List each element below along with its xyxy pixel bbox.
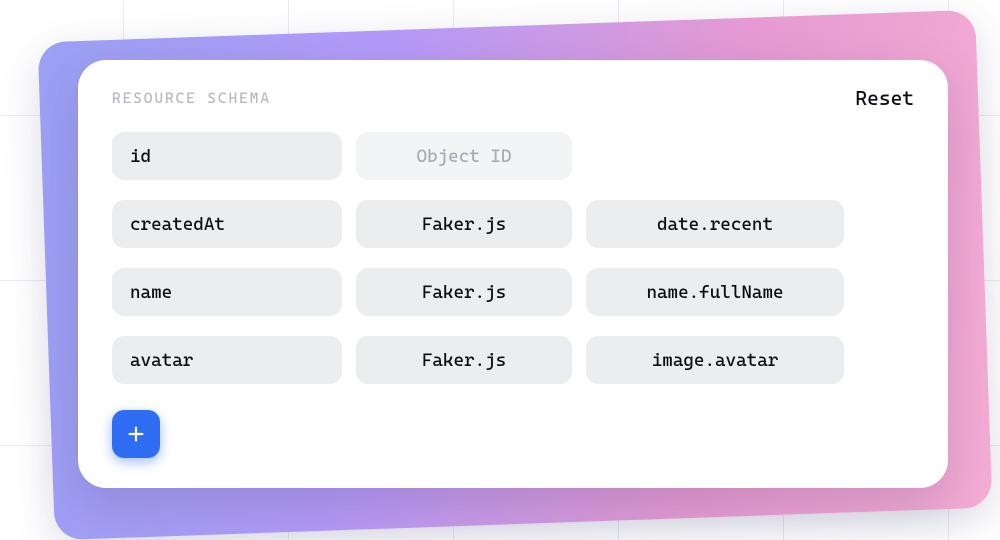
schema-row: id Object ID [112, 132, 914, 180]
add-field-button[interactable] [112, 410, 160, 458]
field-option-select[interactable]: date.recent [586, 200, 844, 248]
canvas: RESOURCE SCHEMA Reset id Object ID creat… [0, 0, 1000, 540]
resource-schema-card: RESOURCE SCHEMA Reset id Object ID creat… [78, 60, 948, 488]
schema-row: name Faker.js name.fullName [112, 268, 914, 316]
field-type-select[interactable]: Faker.js [356, 336, 572, 384]
plus-icon [125, 423, 147, 445]
field-option-select[interactable]: name.fullName [586, 268, 844, 316]
field-option-select[interactable]: image.avatar [586, 336, 844, 384]
schema-rows: id Object ID createdAt Faker.js date.rec… [112, 132, 914, 384]
add-row-wrap [112, 410, 914, 458]
field-name-input[interactable]: avatar [112, 336, 342, 384]
section-title: RESOURCE SCHEMA [112, 89, 271, 107]
field-name-input[interactable]: name [112, 268, 342, 316]
field-type-select[interactable]: Faker.js [356, 200, 572, 248]
field-type-select[interactable]: Faker.js [356, 268, 572, 316]
field-type-select[interactable]: Object ID [356, 132, 572, 180]
reset-button[interactable]: Reset [855, 86, 914, 110]
field-name-input[interactable]: id [112, 132, 342, 180]
schema-row: createdAt Faker.js date.recent [112, 200, 914, 248]
field-name-input[interactable]: createdAt [112, 200, 342, 248]
card-header: RESOURCE SCHEMA Reset [112, 86, 914, 110]
schema-row: avatar Faker.js image.avatar [112, 336, 914, 384]
